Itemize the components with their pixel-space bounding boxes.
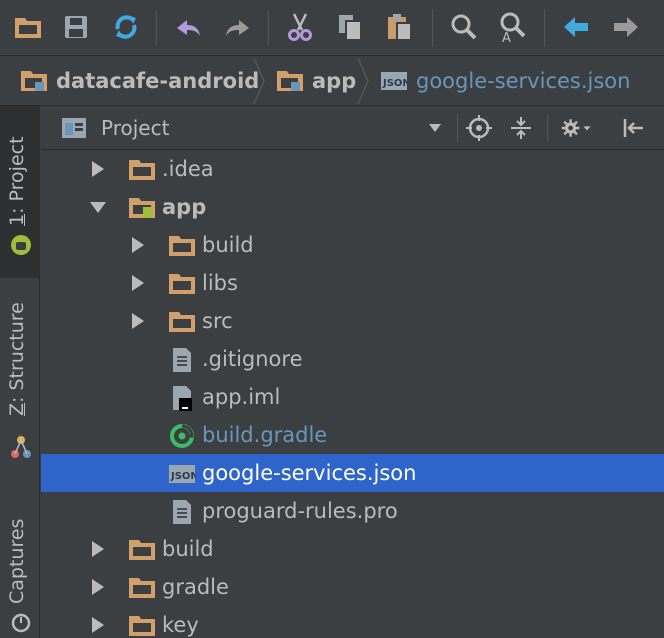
undo-icon[interactable]: [172, 10, 204, 44]
tree-row-label: build: [162, 537, 214, 561]
tree-row[interactable]: app.iml: [41, 378, 664, 416]
tree-row[interactable]: gradle: [41, 568, 664, 606]
collapsed-arrow-icon[interactable]: [90, 579, 106, 595]
chevron-down-icon: [429, 124, 441, 132]
tree-row[interactable]: key: [41, 606, 664, 638]
project-tree: .idea app build libs src .gitignore app.iml bui…: [41, 150, 664, 638]
tree-row[interactable]: .gitignore: [41, 340, 664, 378]
crosshair-icon: [466, 115, 492, 141]
breadcrumb-label: datacafe-android: [56, 69, 260, 93]
breadcrumb-item-project[interactable]: datacafe-android: [20, 56, 259, 106]
collapse-all-button[interactable]: [505, 112, 537, 144]
tree-row-label: gradle: [162, 575, 229, 599]
breadcrumb-item-app[interactable]: app: [276, 56, 356, 106]
tree-row[interactable]: libs: [41, 264, 664, 302]
iml-file-icon: [168, 385, 196, 411]
android-icon: [11, 235, 31, 255]
tree-row-label: build: [202, 233, 254, 257]
tree-row-label: libs: [202, 271, 238, 295]
replace-icon[interactable]: A: [496, 10, 528, 44]
text-file-icon: [168, 347, 196, 373]
project-view-icon: [62, 118, 86, 138]
svg-text:A: A: [502, 31, 511, 43]
folder-icon: [168, 233, 196, 259]
gear-icon: [561, 119, 591, 137]
json-file-icon: JSON: [168, 461, 196, 487]
structure-icon: [11, 436, 31, 458]
tree-row-label: key: [162, 613, 199, 637]
tree-row[interactable]: JSON google-services.json: [41, 454, 664, 492]
tree-row-label: app.iml: [202, 385, 281, 409]
folder-icon: [128, 157, 156, 183]
expanded-arrow-icon[interactable]: [90, 199, 106, 215]
tree-row[interactable]: build: [41, 530, 664, 568]
tree-row-label: app: [162, 195, 207, 219]
json-file-icon: JSON: [380, 69, 408, 93]
tree-row-label: .gitignore: [202, 347, 303, 371]
module-folder-icon: [20, 69, 48, 93]
back-icon[interactable]: [560, 10, 592, 44]
tree-row[interactable]: app: [41, 188, 664, 226]
tree-row[interactable]: proguard-rules.pro: [41, 492, 664, 530]
collapse-icon: [511, 117, 531, 139]
main-toolbar: A: [0, 0, 664, 56]
tree-row-label: .idea: [162, 157, 214, 181]
module-folder-icon: [276, 69, 304, 93]
scroll-from-source-button[interactable]: [463, 112, 495, 144]
breadcrumb: datacafe-android app JSON google-service…: [0, 56, 664, 106]
tab-structure[interactable]: Z: Structure: [0, 286, 40, 466]
tab-project[interactable]: 1: Project: [0, 106, 40, 278]
collapsed-arrow-icon[interactable]: [130, 237, 146, 253]
find-icon[interactable]: [448, 10, 480, 44]
folder-icon: [168, 271, 196, 297]
tree-row[interactable]: build.gradle: [41, 416, 664, 454]
redo-icon[interactable]: [222, 10, 254, 44]
collapsed-arrow-icon[interactable]: [130, 275, 146, 291]
collapsed-arrow-icon[interactable]: [90, 161, 106, 177]
paste-icon[interactable]: [384, 10, 416, 44]
text-file-icon: [168, 499, 196, 525]
folder-icon: [128, 575, 156, 601]
tree-row[interactable]: .idea: [41, 150, 664, 188]
tree-row[interactable]: build: [41, 226, 664, 264]
save-icon[interactable]: [60, 10, 92, 44]
tab-captures[interactable]: Captures: [0, 496, 40, 638]
copy-icon[interactable]: [334, 10, 366, 44]
collapsed-arrow-icon[interactable]: [90, 541, 106, 557]
hide-panel-button[interactable]: [617, 112, 649, 144]
breadcrumb-label: app: [312, 69, 357, 93]
collapsed-arrow-icon[interactable]: [130, 313, 146, 329]
tree-row[interactable]: src: [41, 302, 664, 340]
tab-captures-label: Captures: [6, 518, 28, 604]
folder-icon: [168, 309, 196, 335]
svg-text:JSON: JSON: [170, 471, 196, 482]
open-folder-icon[interactable]: [12, 10, 44, 44]
cut-icon[interactable]: [284, 10, 316, 44]
breadcrumb-label: google-services.json: [416, 69, 631, 93]
settings-button[interactable]: [561, 112, 593, 144]
tab-project-label: 1: Project: [6, 136, 28, 226]
tab-structure-label: Z: Structure: [6, 302, 28, 416]
view-mode-dropdown[interactable]: [419, 112, 451, 144]
hide-icon: [623, 119, 643, 137]
gradle-icon: [168, 423, 196, 449]
breadcrumb-item-file[interactable]: JSON google-services.json: [380, 56, 630, 106]
tree-row-label: proguard-rules.pro: [202, 499, 398, 523]
collapsed-arrow-icon[interactable]: [90, 617, 106, 633]
sync-icon[interactable]: [110, 10, 142, 44]
forward-icon[interactable]: [610, 10, 642, 44]
panel-title: Project: [101, 116, 170, 140]
tree-row-label: google-services.json: [202, 461, 417, 485]
captures-icon: [11, 613, 31, 633]
project-panel-header: Project: [41, 106, 664, 150]
chevron-right-icon: [357, 57, 369, 105]
folder-icon: [128, 537, 156, 563]
folder-icon: [128, 613, 156, 638]
tree-row-label: build.gradle: [202, 423, 328, 447]
android-module-folder-icon: [128, 195, 156, 221]
svg-text:JSON: JSON: [382, 78, 408, 89]
tool-window-strip: 1: Project Z: Structure Captures: [0, 106, 40, 638]
chevron-right-icon: [253, 57, 265, 105]
tree-row-label: src: [202, 309, 233, 333]
